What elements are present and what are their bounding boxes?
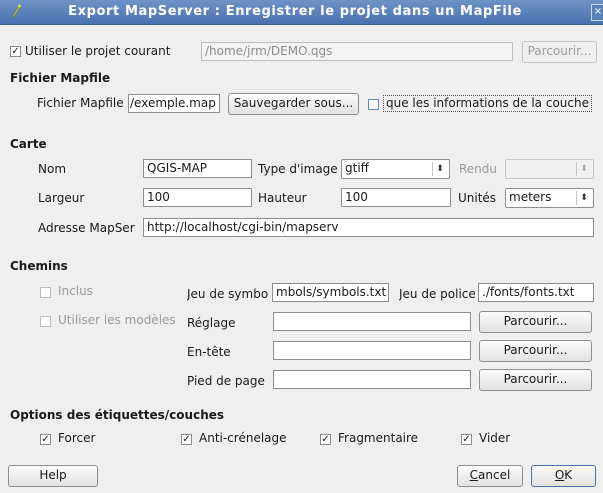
options-section-title: Options des étiquettes/couches (10, 408, 225, 422)
cancel-mnemonic: C (469, 468, 479, 482)
mapfile-field[interactable]: /exemple.map (128, 94, 220, 113)
use-current-project-checkbox[interactable]: ✓ (10, 46, 21, 57)
use-templates-checkbox[interactable] (40, 316, 51, 327)
cancel-label: ancel (478, 468, 511, 482)
fonts-label: Jeu de police (399, 287, 475, 301)
fonts-field[interactable]: ./fonts/fonts.txt (478, 283, 594, 302)
units-value: meters (509, 190, 552, 204)
header-field[interactable] (273, 341, 471, 360)
units-select[interactable]: meters ⬍ (505, 188, 594, 208)
partials-label: Fragmentaire (338, 431, 419, 445)
symbols-field[interactable]: mbols/symbols.txt (272, 283, 389, 302)
template-field[interactable] (273, 312, 471, 331)
footer-browse-button[interactable]: Parcourir... (479, 369, 592, 391)
partials-checkbox[interactable]: ✓ (320, 434, 331, 445)
ok-mnemonic: O (554, 468, 565, 482)
included-checkbox[interactable] (40, 287, 51, 298)
height-label: Hauteur (258, 191, 307, 205)
empty-label: Vider (479, 431, 511, 445)
name-label: Nom (38, 162, 67, 176)
mapserver-address-label: Adresse MapSer (38, 221, 135, 235)
image-type-label: Type d'image (258, 162, 338, 176)
force-label: Forcer (58, 431, 96, 445)
footer-field[interactable] (273, 370, 471, 389)
cancel-button[interactable]: Cancel (457, 465, 523, 487)
template-label: Réglage (187, 316, 236, 330)
empty-checkbox[interactable]: ✓ (461, 434, 472, 445)
layer-info-checkbox[interactable] (368, 99, 379, 110)
header-label: En-tête (187, 345, 231, 359)
mapserver-address-field[interactable]: http://localhost/cgi-bin/mapserv (143, 218, 594, 237)
template-browse-button[interactable]: Parcourir... (479, 311, 592, 333)
render-label: Rendu (459, 162, 498, 176)
width-label: Largeur (38, 191, 85, 205)
window-title: Export MapServer : Enregistrer le projet… (68, 4, 522, 19)
name-field[interactable]: QGIS-MAP (143, 159, 252, 178)
width-field[interactable]: 100 (143, 188, 252, 207)
image-type-value: gtiff (345, 161, 369, 175)
mapfile-section-title: Fichier Mapfile (10, 71, 111, 85)
antialias-label: Anti-crénelage (199, 431, 287, 445)
carte-section-title: Carte (10, 137, 47, 151)
ok-button[interactable]: OK (531, 465, 596, 487)
title-bar: Export MapServer : Enregistrer le projet… (0, 0, 603, 25)
use-current-project-label: Utiliser le projet courant (25, 44, 171, 58)
image-type-select[interactable]: gtiff ⬍ (341, 159, 450, 179)
render-select[interactable]: ⬍ (505, 159, 594, 179)
mapfile-label: Fichier Mapfile (37, 96, 124, 110)
project-browse-button[interactable]: Parcourir... (522, 41, 597, 63)
chemins-section-title: Chemins (10, 259, 68, 273)
save-as-button[interactable]: Sauvegarder sous... (228, 93, 359, 115)
layer-info-label: que les informations de la couche (383, 95, 592, 112)
footer-label: Pied de page (187, 374, 265, 388)
use-templates-label: Utiliser les modèles (58, 313, 176, 327)
ok-label: K (564, 468, 573, 482)
antialias-checkbox[interactable]: ✓ (181, 434, 192, 445)
header-browse-button[interactable]: Parcourir... (479, 340, 592, 362)
symbols-label: Jeu de symbo (187, 287, 269, 301)
project-path-field[interactable]: /home/jrm/DEMO.qgs (201, 42, 513, 61)
updown-arrow-icon: ⬍ (576, 191, 591, 205)
updown-arrow-icon: ⬍ (432, 162, 447, 176)
help-button[interactable]: Help (8, 465, 98, 487)
force-checkbox[interactable]: ✓ (40, 434, 51, 445)
close-icon[interactable]: × (591, 4, 603, 21)
units-label: Unités (458, 191, 497, 205)
height-field[interactable]: 100 (341, 188, 451, 207)
updown-arrow-icon: ⬍ (576, 162, 591, 176)
included-label: Inclus (58, 284, 93, 298)
